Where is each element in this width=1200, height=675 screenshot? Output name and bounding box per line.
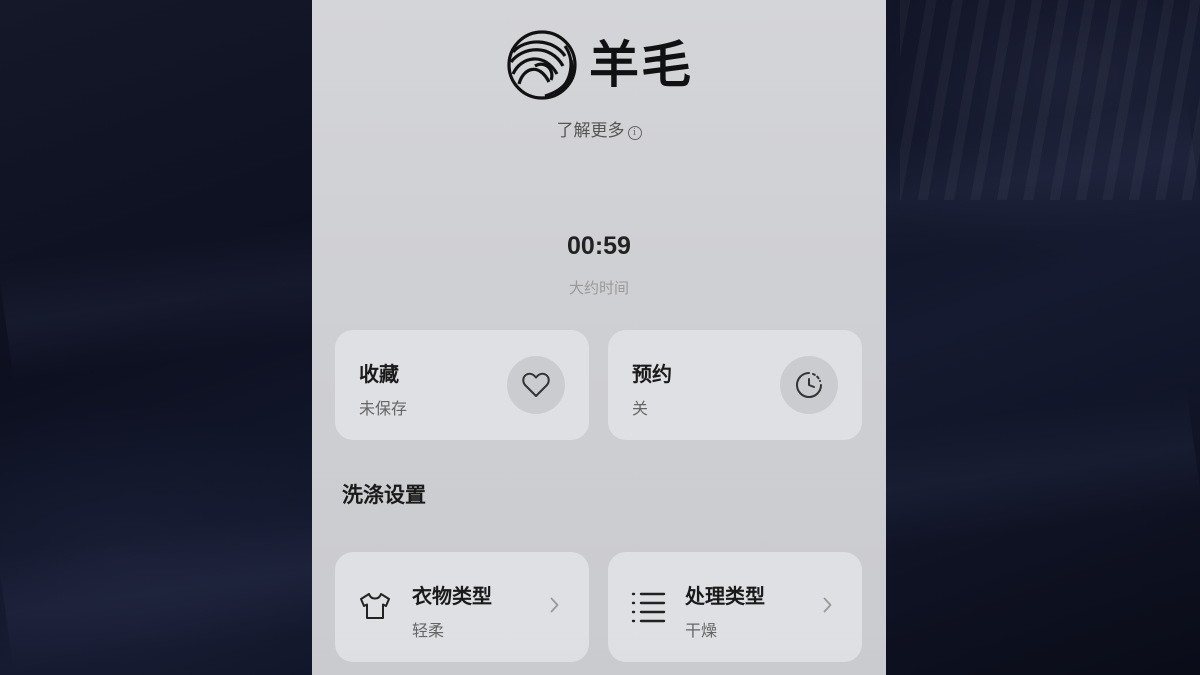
clock-icon xyxy=(796,372,822,398)
estimated-time-value: 00:59 xyxy=(567,232,631,260)
list-icon xyxy=(631,592,666,623)
schedule-button[interactable] xyxy=(780,356,838,414)
tshirt-icon xyxy=(360,593,390,619)
favorite-toggle-button[interactable] xyxy=(507,356,565,414)
favorite-status: 未保存 xyxy=(359,399,408,418)
chevron-right-icon xyxy=(550,597,559,613)
program-header: 羊毛 xyxy=(312,30,886,100)
garment-type-title: 衣物类型 xyxy=(412,584,492,608)
treatment-type-value: 干燥 xyxy=(685,621,718,640)
favorite-card[interactable]: 收藏 未保存 xyxy=(335,330,589,440)
garment-type-value: 轻柔 xyxy=(412,621,445,640)
schedule-status: 关 xyxy=(632,399,649,418)
estimated-time-label: 大约时间 xyxy=(568,279,629,297)
learn-more-label: 了解更多 xyxy=(556,121,625,141)
background-knit-texture xyxy=(900,0,1200,200)
program-title: 羊毛 xyxy=(589,36,693,94)
learn-more-link[interactable]: 了解更多 i xyxy=(312,116,886,141)
schedule-card[interactable]: 预约 关 xyxy=(608,330,862,440)
wool-yarn-icon xyxy=(507,30,577,100)
treatment-type-title: 处理类型 xyxy=(685,584,765,608)
garment-type-card[interactable]: 衣物类型 轻柔 xyxy=(335,552,589,662)
heart-icon xyxy=(522,372,550,397)
schedule-title: 预约 xyxy=(632,362,672,386)
app-screen: 羊毛 了解更多 i 00:59 大约时间 收藏 未保存 预约 关 洗涤设置 衣物… xyxy=(0,0,1200,675)
chevron-right-icon xyxy=(823,597,832,613)
treatment-type-card[interactable]: 处理类型 干燥 xyxy=(608,552,862,662)
favorite-title: 收藏 xyxy=(359,362,399,386)
program-panel: 羊毛 了解更多 i 00:59 大约时间 收藏 未保存 预约 关 洗涤设置 衣物… xyxy=(312,0,886,675)
info-icon: i xyxy=(627,126,642,140)
wash-settings-heading: 洗涤设置 xyxy=(342,483,426,507)
